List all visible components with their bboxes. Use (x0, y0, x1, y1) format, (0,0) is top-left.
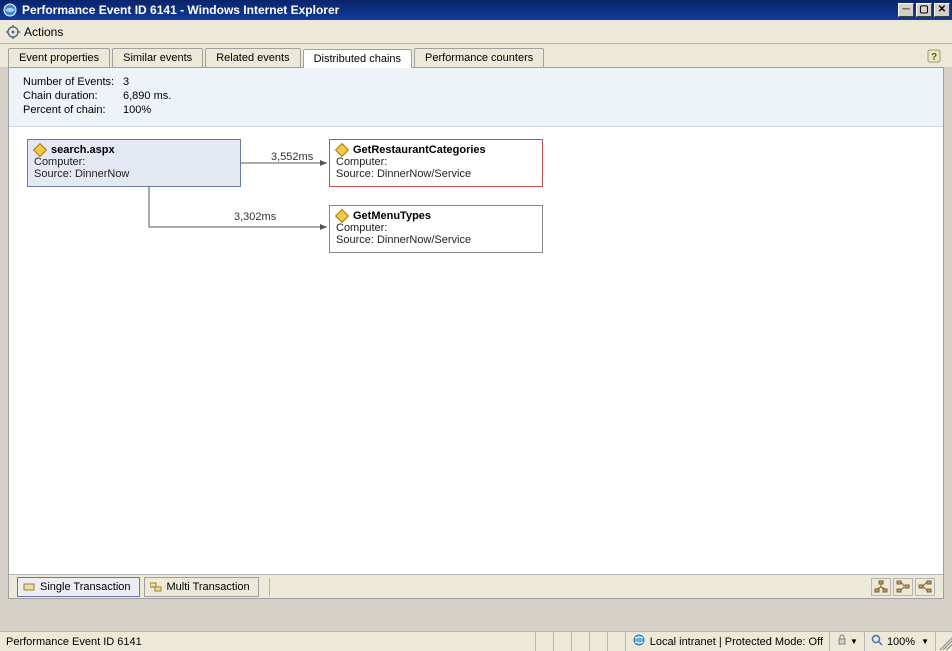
tab-related-events[interactable]: Related events (205, 48, 300, 67)
node-computer: Computer: (34, 156, 234, 168)
security-dropdown[interactable]: ▼ (830, 632, 865, 651)
tab-strip: Event properties Similar events Related … (0, 44, 952, 67)
num-events-value: 3 (123, 76, 129, 88)
actions-toolbar: Actions (0, 20, 952, 44)
security-zone[interactable]: Local intranet | Protected Mode: Off (626, 632, 830, 651)
node-computer: Computer: (336, 156, 536, 168)
node-computer: Computer: (336, 222, 536, 234)
chain-diagram: 3,552ms 3,302ms search.aspx Computer: So… (9, 127, 943, 574)
multi-transaction-icon (149, 580, 163, 594)
percent-value: 100% (123, 104, 151, 116)
help-icon[interactable]: ? (926, 48, 942, 64)
status-bar: Performance Event ID 6141 Local intranet… (0, 631, 952, 651)
chain-node-search[interactable]: search.aspx Computer: Source: DinnerNow (27, 139, 241, 187)
tab-similar-events[interactable]: Similar events (112, 48, 203, 67)
tab-distributed-chains[interactable]: Distributed chains (303, 49, 412, 68)
single-transaction-label: Single Transaction (40, 581, 131, 593)
toolbar-divider (269, 578, 270, 596)
layout-button-1[interactable] (871, 578, 891, 596)
edge-label-2: 3,302ms (234, 211, 276, 223)
status-slot-1 (536, 632, 554, 651)
chain-node-get-restaurant-categories[interactable]: GetRestaurantCategories Computer: Source… (329, 139, 543, 187)
layout-button-3[interactable] (915, 578, 935, 596)
duration-value: 6,890 ms. (123, 90, 171, 102)
node-source: Source: DinnerNow/Service (336, 168, 536, 180)
view-toolbar: Single Transaction Multi Transaction (9, 574, 943, 598)
chevron-down-icon: ▼ (850, 637, 858, 646)
node-icon (335, 143, 349, 157)
edge-label-1: 3,552ms (271, 151, 313, 163)
maximize-button[interactable]: ▢ (916, 3, 932, 17)
status-slot-2 (554, 632, 572, 651)
chevron-down-icon: ▼ (921, 637, 929, 646)
status-slot-4 (590, 632, 608, 651)
chain-node-get-menu-types[interactable]: GetMenuTypes Computer: Source: DinnerNow… (329, 205, 543, 253)
num-events-label: Number of Events: (23, 76, 123, 88)
tab-event-properties[interactable]: Event properties (8, 48, 110, 67)
resize-grip[interactable] (936, 634, 952, 650)
content-frame: Number of Events: 3 Chain duration: 6,89… (8, 67, 944, 599)
multi-transaction-button[interactable]: Multi Transaction (144, 577, 259, 597)
single-transaction-button[interactable]: Single Transaction (17, 577, 140, 597)
status-slot-3 (572, 632, 590, 651)
svg-text:?: ? (931, 52, 937, 63)
close-button[interactable]: ✕ (934, 3, 950, 17)
percent-label: Percent of chain: (23, 104, 123, 116)
window-titlebar: Performance Event ID 6141 - Windows Inte… (0, 0, 952, 20)
node-title: GetRestaurantCategories (353, 144, 486, 156)
zoom-control[interactable]: 100% ▼ (865, 632, 936, 651)
node-source: Source: DinnerNow (34, 168, 234, 180)
node-icon (335, 209, 349, 223)
internet-explorer-icon (2, 2, 18, 18)
actions-label[interactable]: Actions (24, 25, 63, 39)
status-text: Performance Event ID 6141 (0, 632, 536, 651)
lock-icon (836, 634, 848, 649)
chain-arrows (9, 127, 943, 574)
actions-icon (6, 25, 20, 39)
multi-transaction-label: Multi Transaction (167, 581, 250, 593)
node-title: GetMenuTypes (353, 210, 431, 222)
zoom-icon (871, 634, 883, 649)
internet-zone-icon (632, 633, 646, 650)
node-title: search.aspx (51, 144, 115, 156)
security-zone-text: Local intranet | Protected Mode: Off (650, 636, 823, 648)
zoom-value: 100% (887, 636, 915, 648)
chain-summary: Number of Events: 3 Chain duration: 6,89… (9, 68, 943, 127)
layout-button-2[interactable] (893, 578, 913, 596)
status-slot-5 (608, 632, 626, 651)
node-source: Source: DinnerNow/Service (336, 234, 536, 246)
window-title: Performance Event ID 6141 - Windows Inte… (22, 3, 896, 17)
minimize-button[interactable]: ─ (898, 3, 914, 17)
tab-performance-counters[interactable]: Performance counters (414, 48, 544, 67)
duration-label: Chain duration: (23, 90, 123, 102)
node-icon (33, 143, 47, 157)
single-transaction-icon (22, 580, 36, 594)
